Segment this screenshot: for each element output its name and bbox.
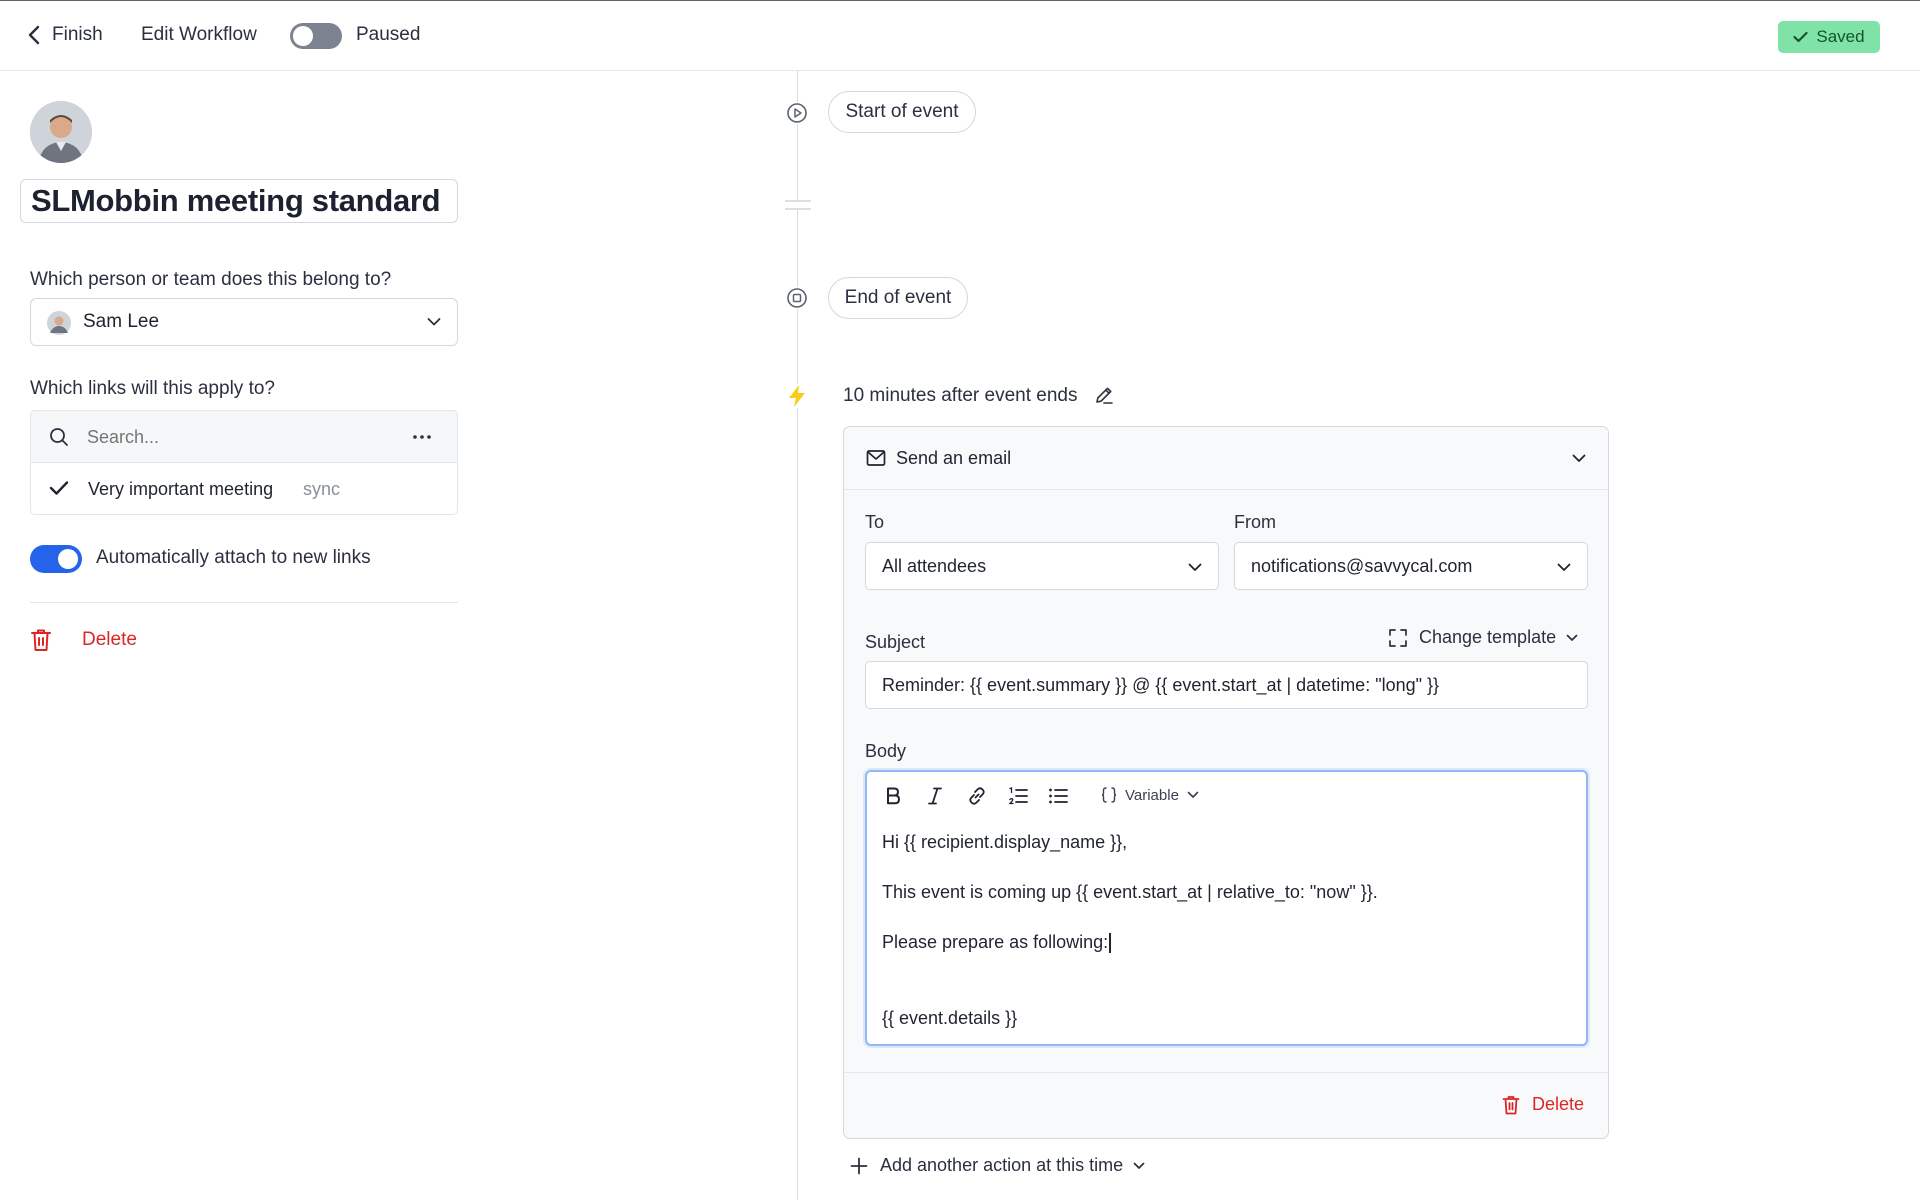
- links-search: [31, 411, 457, 463]
- chevron-down-icon: [1133, 1162, 1145, 1170]
- body-line: Hi {{ recipient.display_name }},: [882, 832, 1128, 852]
- text-cursor: [1109, 933, 1111, 954]
- start-of-event-pill[interactable]: Start of event: [828, 91, 976, 133]
- trash-icon: [30, 628, 52, 652]
- delete-action-label: Delete: [1531, 1094, 1584, 1114]
- body-line: {{ event.details }}: [882, 1008, 1018, 1028]
- timeline-line: [797, 71, 798, 1200]
- saved-label: Saved: [1816, 27, 1865, 46]
- chevron-down-icon: [1557, 563, 1571, 572]
- toggle-knob: [293, 26, 313, 46]
- variable-dropdown[interactable]: Variable: [1101, 786, 1199, 804]
- delete-action-button[interactable]: Delete: [1502, 1094, 1584, 1115]
- add-another-action-button[interactable]: Add another action at this time: [850, 1155, 1145, 1176]
- from-value: notifications@savvycal.com: [1251, 555, 1473, 576]
- mail-icon: [866, 449, 886, 467]
- bullet-list-icon[interactable]: [1048, 786, 1068, 806]
- change-template-button[interactable]: Change template: [1389, 627, 1578, 648]
- link-icon[interactable]: [967, 786, 987, 806]
- body-line-text: Please prepare as following:: [882, 932, 1109, 952]
- owner-select[interactable]: Sam Lee: [30, 298, 458, 346]
- delete-label: Delete: [82, 629, 137, 650]
- lightning-icon: [786, 384, 808, 408]
- links-list: Very important meeting sync: [30, 410, 458, 515]
- avatar: [30, 101, 92, 163]
- body-line: This event is coming up {{ event.start_a…: [882, 882, 1378, 902]
- send-email-action-card: Send an email To All attendees From noti…: [843, 426, 1609, 1139]
- link-tag: sync: [303, 478, 341, 499]
- chevron-down-icon: [427, 318, 441, 327]
- finish-button[interactable]: Finish: [28, 23, 103, 47]
- chevron-down-icon: [1187, 791, 1199, 799]
- workflow-status-label: Paused: [356, 24, 421, 45]
- subject-value: Reminder: {{ event.summary }} @ {{ event…: [882, 674, 1440, 695]
- links-question: Which links will this apply to?: [30, 378, 275, 399]
- to-label: To: [865, 512, 885, 532]
- edit-trigger-icon[interactable]: [1094, 385, 1114, 405]
- link-name: Very important meeting: [88, 478, 274, 499]
- to-select[interactable]: All attendees: [865, 542, 1219, 590]
- from-select[interactable]: notifications@savvycal.com: [1234, 542, 1588, 590]
- owner-question: Which person or team does this belong to…: [30, 269, 392, 290]
- check-icon: [49, 480, 69, 496]
- card-footer-divider: [844, 1072, 1608, 1073]
- stop-circle-icon: [786, 287, 808, 309]
- chevron-down-icon: [1566, 634, 1578, 642]
- change-template-label: Change template: [1419, 627, 1557, 647]
- more-options-icon[interactable]: [413, 435, 431, 439]
- numbered-list-icon[interactable]: [1008, 786, 1028, 806]
- to-value: All attendees: [882, 555, 987, 576]
- delete-workflow-button[interactable]: Delete: [30, 628, 137, 652]
- action-header[interactable]: Send an email: [844, 427, 1608, 490]
- body-line: Please prepare as following:: [882, 932, 1111, 954]
- top-bar: Finish Edit Workflow Paused Saved: [0, 1, 1920, 71]
- trash-icon: [1502, 1095, 1520, 1115]
- end-of-event-pill[interactable]: End of event: [828, 277, 968, 319]
- play-circle-icon: [786, 102, 808, 124]
- chevron-down-icon: [1188, 563, 1202, 572]
- timeline-break-icon: [784, 198, 812, 212]
- expand-icon: [1389, 628, 1407, 647]
- workflow-title-input[interactable]: SLMobbin meeting standard: [20, 179, 458, 223]
- finish-label: Finish: [52, 24, 103, 45]
- owner-value: Sam Lee: [83, 311, 160, 332]
- action-title: Send an email: [896, 447, 1012, 468]
- variable-label: Variable: [1125, 786, 1179, 804]
- plus-icon: [850, 1157, 868, 1175]
- auto-attach-toggle[interactable]: [30, 545, 82, 573]
- links-search-input[interactable]: [87, 423, 387, 451]
- edit-workflow-label: Edit Workflow: [141, 24, 257, 45]
- italic-icon[interactable]: [927, 786, 943, 806]
- subject-label: Subject: [865, 632, 926, 652]
- from-label: From: [1234, 512, 1276, 532]
- chevron-down-icon[interactable]: [1572, 454, 1586, 463]
- add-action-label: Add another action at this time: [880, 1155, 1124, 1175]
- check-icon: [1793, 31, 1808, 43]
- workflow-active-toggle[interactable]: [290, 23, 342, 49]
- bold-icon[interactable]: [885, 786, 901, 806]
- chevron-left-icon: [28, 25, 40, 45]
- body-label: Body: [865, 741, 907, 761]
- body-editor[interactable]: Variable Hi {{ recipient.display_name }}…: [865, 770, 1588, 1046]
- owner-avatar: [47, 311, 71, 335]
- list-item[interactable]: Very important meeting sync: [31, 463, 457, 514]
- search-icon: [49, 427, 69, 447]
- toggle-knob: [58, 549, 78, 569]
- trigger-label: 10 minutes after event ends: [843, 385, 1078, 406]
- saved-badge: Saved: [1778, 21, 1880, 53]
- auto-attach-label: Automatically attach to new links: [96, 547, 371, 568]
- divider: [30, 602, 458, 603]
- braces-icon: [1101, 786, 1117, 804]
- subject-input[interactable]: Reminder: {{ event.summary }} @ {{ event…: [865, 661, 1588, 709]
